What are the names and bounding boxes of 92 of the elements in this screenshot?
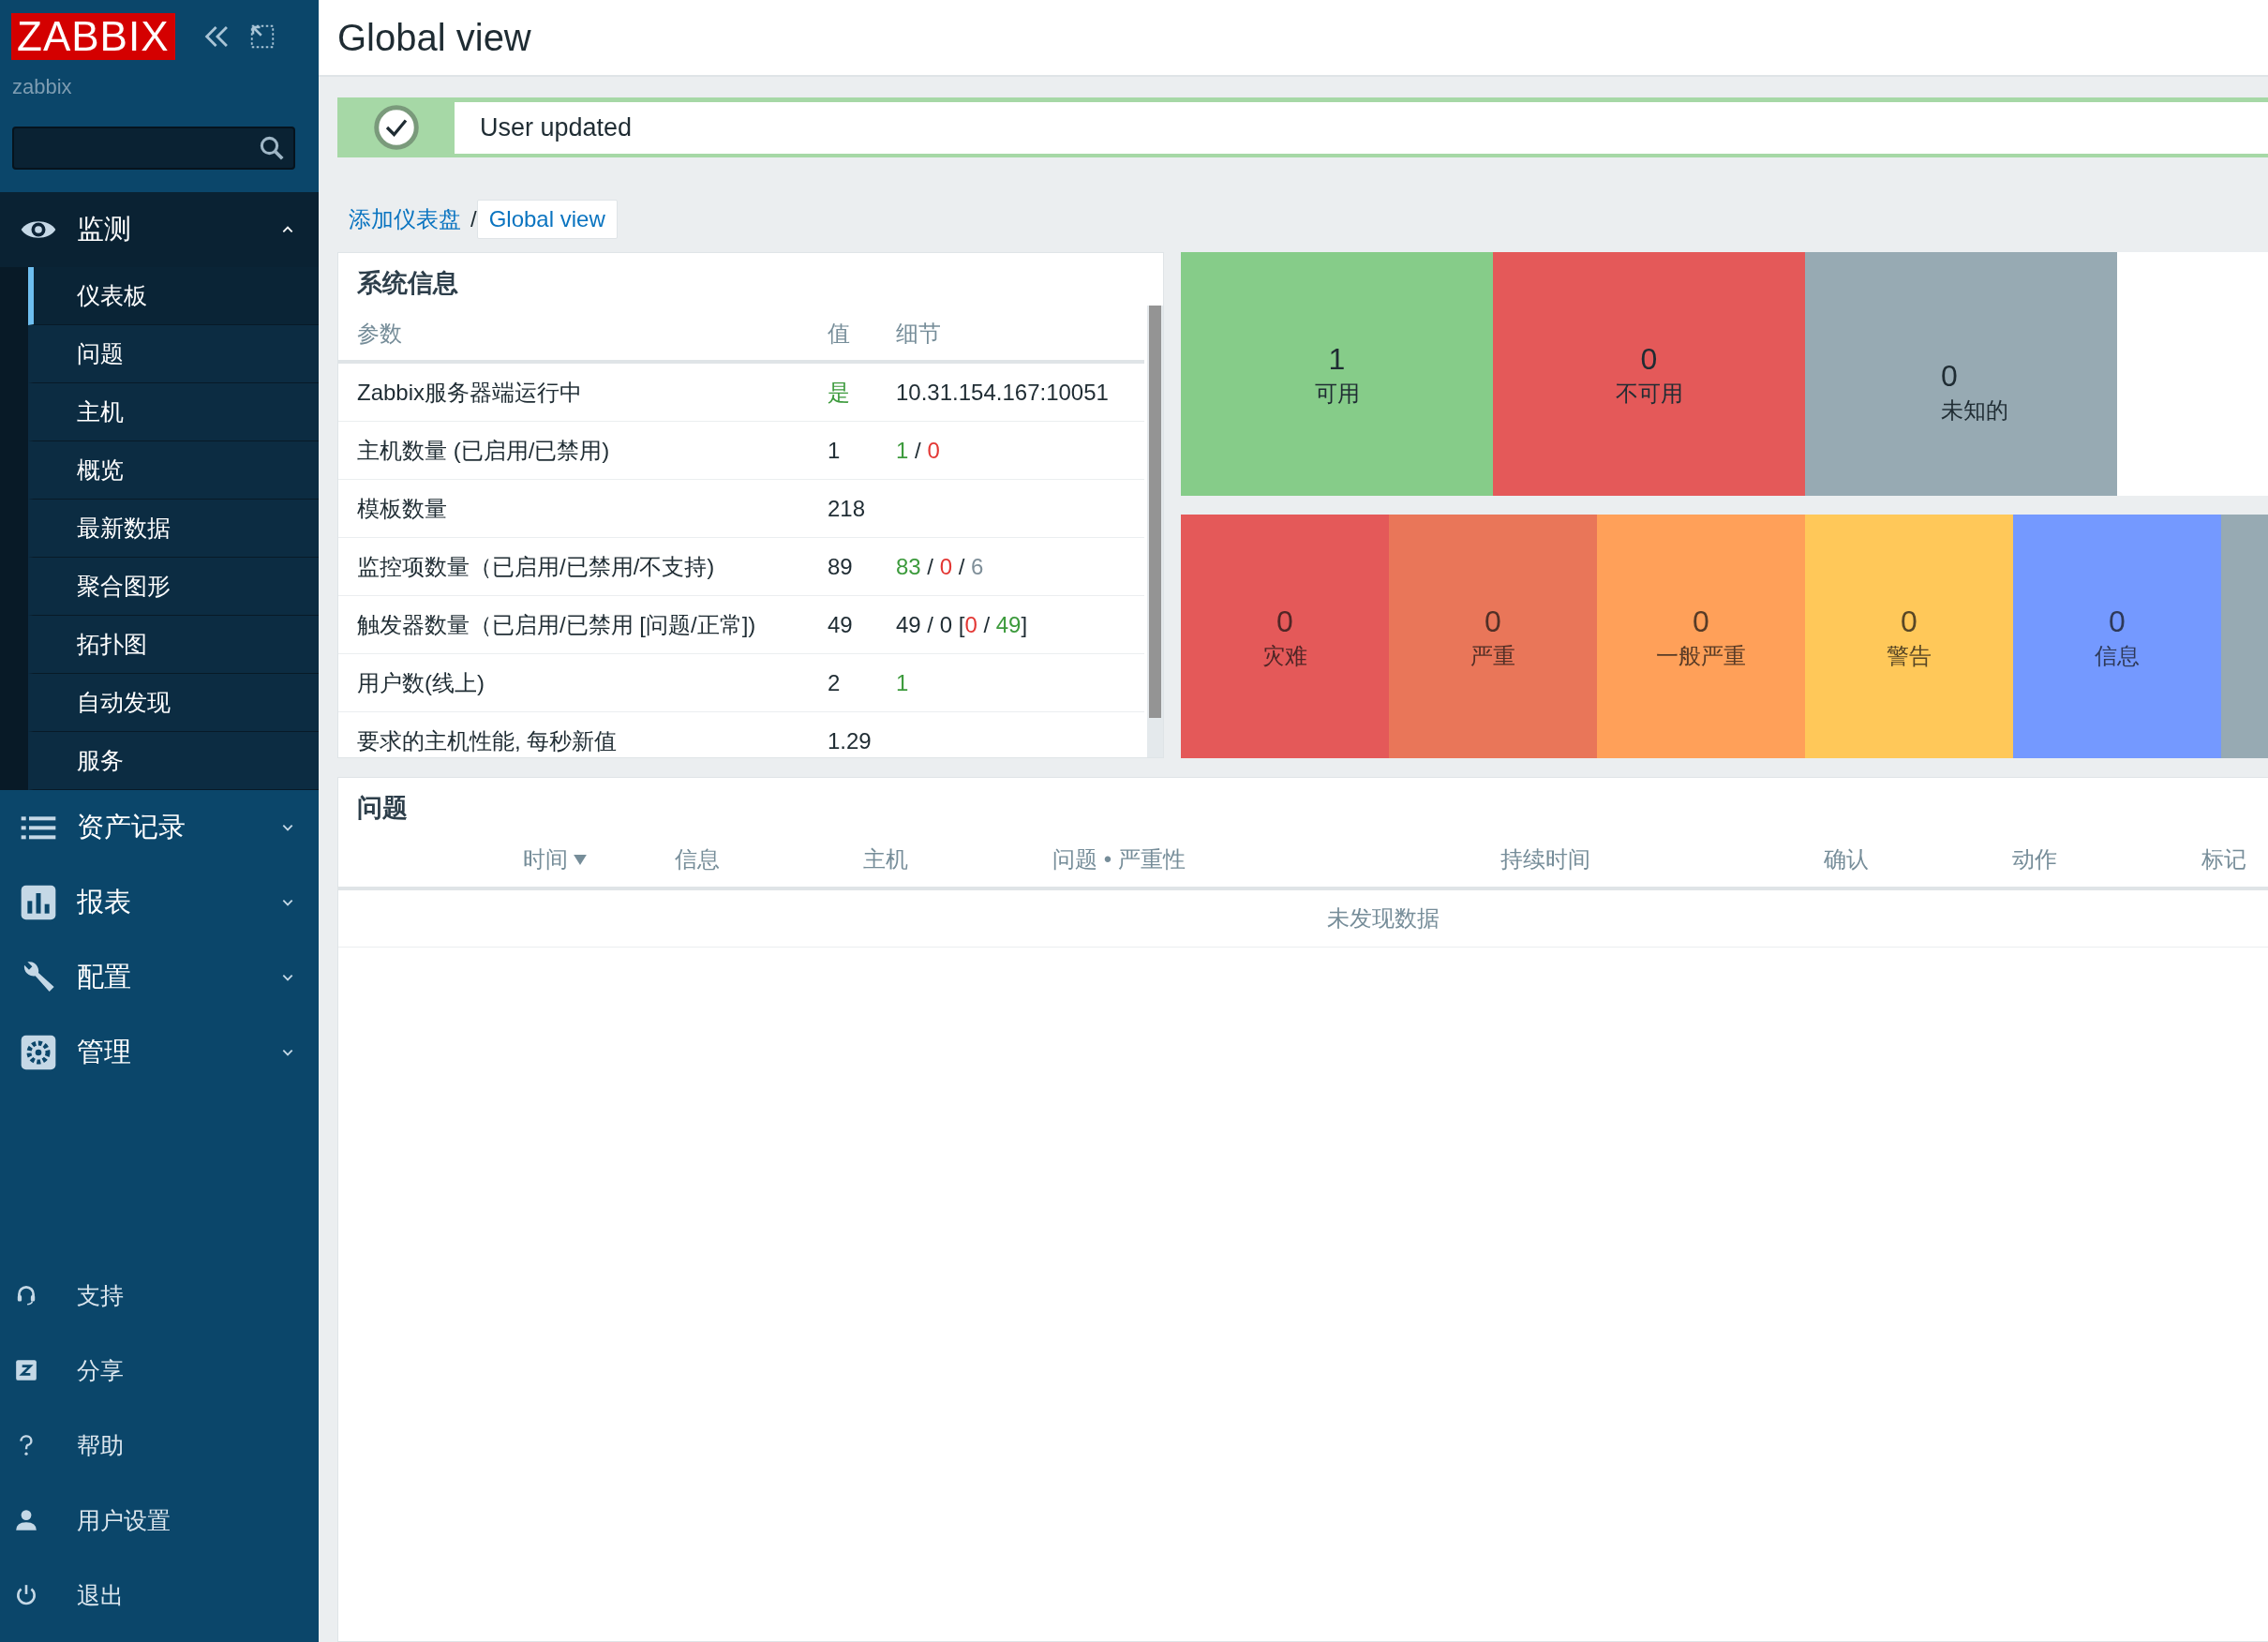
chevron-icon	[281, 823, 294, 832]
severity-tile[interactable]: 0 灾难	[1181, 515, 1389, 758]
tile-count: 0	[1485, 603, 1501, 640]
submenu-item[interactable]: 最新数据	[28, 500, 319, 558]
host-status-tile[interactable]: 0 不可用	[1493, 252, 1805, 496]
table-cell-text: 89	[828, 553, 854, 580]
host-status-tile[interactable]: 1 可用	[1181, 252, 1493, 496]
check-icon	[372, 104, 420, 151]
menu-section[interactable]: 监测	[0, 192, 319, 267]
chevron-icon	[281, 1048, 294, 1057]
user-icon	[14, 1508, 38, 1532]
empty-message: 未发现数据	[1327, 904, 1440, 933]
bar-chart-icon	[20, 884, 57, 921]
severity-tile[interactable]: 0 警告	[1805, 515, 2013, 758]
power-icon	[14, 1583, 38, 1607]
column-header[interactable]: 标记	[2201, 844, 2268, 874]
tile-label: 未知的	[1941, 396, 2008, 425]
menu-section[interactable]: 资产记录	[0, 790, 319, 865]
table-cell-text: 模板数量	[357, 494, 448, 523]
gear-icon	[20, 1034, 57, 1071]
chevron-icon	[281, 973, 294, 982]
table-cell-text: 10.31.154.167:10051	[896, 379, 1110, 406]
server-name: zabbix	[11, 74, 73, 100]
table-cell-text: 2	[828, 669, 842, 696]
zabbix-logo[interactable]: ZABBIX	[11, 13, 175, 60]
search-icon[interactable]	[258, 134, 286, 162]
tile-count: 1	[1328, 340, 1346, 378]
tile-label: 可用	[1314, 380, 1360, 409]
table-cell-text: 监控项数量（已启用/已禁用/不支持)	[357, 552, 716, 581]
sidebar-link[interactable]: 用户设置	[77, 1504, 171, 1536]
column-header: 参数	[357, 320, 403, 348]
table-cell-text: 1	[896, 669, 910, 696]
page-title: Global view	[337, 16, 531, 59]
sidebar-link[interactable]: 退出	[77, 1579, 124, 1611]
submenu-item[interactable]: 服务	[28, 732, 319, 790]
table-cell-text: 主机数量 (已启用/已禁用)	[357, 436, 611, 465]
sidebar-link[interactable]: 支持	[77, 1279, 124, 1311]
chevron-icon	[281, 225, 294, 234]
table-cell-text: 83 / 0 / 6	[896, 553, 985, 580]
table-cell-text: 49 / 0 [0 / 49]	[896, 611, 1029, 638]
tile-count: 0	[1901, 603, 1917, 640]
breadcrumb-separator: /	[470, 206, 477, 232]
submenu-item[interactable]: 聚合图形	[28, 558, 319, 616]
search-field[interactable]	[12, 127, 295, 170]
table-cell-text: 要求的主机性能, 每秒新值	[357, 726, 619, 755]
table-cell-text: 1.29	[828, 727, 873, 754]
submenu-item[interactable]: 概览	[28, 441, 319, 500]
table-cell-text: 218	[828, 495, 867, 522]
submenu-item[interactable]: 主机	[28, 383, 319, 441]
severity-tile[interactable]: 0 一般严重	[1597, 515, 1805, 758]
tile-label: 不可用	[1615, 380, 1683, 409]
table-cell-text: 用户数(线上)	[357, 668, 485, 697]
sidebar-link[interactable]: 帮助	[77, 1429, 124, 1461]
severity-tile[interactable]: 0 严重	[1389, 515, 1597, 758]
tile-count: 0	[1640, 340, 1658, 378]
column-header[interactable]: 时间	[523, 844, 675, 874]
breadcrumb-link[interactable]: Global view	[476, 200, 618, 239]
tile-count: 0	[1693, 603, 1709, 640]
submenu-item[interactable]: 自动发现	[28, 674, 319, 732]
tile-count: 0	[2109, 603, 2126, 640]
column-header[interactable]: 动作	[2012, 844, 2201, 874]
scrollbar[interactable]	[1147, 306, 1163, 757]
tile-count: 0	[1941, 357, 1958, 395]
tile-label: 一般严重	[1656, 642, 1746, 671]
table-cell-text: 1 / 0	[896, 437, 941, 464]
table-cell-text: Zabbix服务器端运行中	[357, 378, 584, 407]
tile-label: 信息	[2095, 642, 2140, 671]
chevron-icon	[281, 898, 294, 907]
menu-section[interactable]: 配置	[0, 940, 319, 1015]
sidebar-link[interactable]: 分享	[77, 1354, 124, 1386]
tile-label: 警告	[1887, 642, 1932, 671]
submenu-item[interactable]: 拓扑图	[28, 616, 319, 674]
menu-section[interactable]: 管理	[0, 1015, 319, 1090]
host-status-tile[interactable]: 0 未知的	[1805, 252, 2117, 496]
column-header: 细节	[896, 320, 942, 348]
table-cell-text: 触发器数量（已启用/已禁用 [问题/正常])	[357, 610, 757, 639]
widget-title: 系统信息	[356, 268, 459, 299]
table-cell-text: 是	[828, 378, 851, 407]
table-cell-text: 49	[828, 611, 854, 638]
severity-tile[interactable]: 0 信息	[2013, 515, 2221, 758]
message-text: User updated	[455, 102, 2268, 154]
tile-count: 0	[1276, 603, 1293, 640]
share-icon	[14, 1358, 38, 1382]
menu-section[interactable]: 报表	[0, 865, 319, 940]
widget-title: 问题	[356, 793, 409, 824]
sort-icon	[574, 854, 587, 865]
column-header: 值	[828, 320, 851, 348]
tile-label: 灾难	[1262, 642, 1307, 671]
tile-label: 严重	[1470, 642, 1515, 671]
table-cell-text: 1	[828, 437, 842, 464]
submenu-item[interactable]: 问题	[28, 325, 319, 383]
submenu-item[interactable]: 仪表板	[28, 267, 319, 325]
